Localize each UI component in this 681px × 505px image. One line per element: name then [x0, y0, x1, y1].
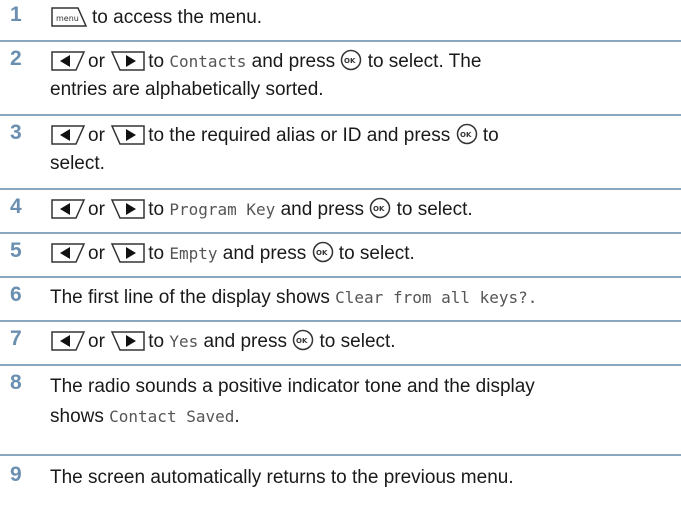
left-key-icon	[50, 242, 86, 264]
step-text: menu to access the menu.	[50, 4, 681, 32]
step-text: The radio sounds a positive indicator to…	[50, 376, 535, 427]
step-number: 1	[10, 3, 22, 26]
svg-text:OK: OK	[344, 57, 356, 65]
step-text: The first line of the display shows Clea…	[50, 287, 538, 308]
ok-button-icon: OK	[292, 329, 314, 351]
left-key-icon	[50, 50, 86, 72]
ok-button-icon: OK	[340, 49, 362, 71]
ok-button-icon: OK	[312, 241, 334, 263]
step-number: 2	[10, 47, 22, 70]
left-key-icon	[50, 198, 86, 220]
step-text: The screen automatically returns to the …	[50, 467, 514, 488]
step-number: 9	[10, 463, 22, 486]
svg-text:OK: OK	[460, 131, 472, 139]
svg-text:menu: menu	[56, 14, 79, 23]
step-8: 8 The radio sounds a positive indicator …	[0, 368, 681, 456]
step-text: or to the required alias or ID and press…	[50, 123, 499, 174]
right-key-icon	[110, 50, 146, 72]
step-number: 7	[10, 327, 22, 350]
right-key-icon	[110, 242, 146, 264]
left-key-icon	[50, 124, 86, 146]
ok-button-icon: OK	[369, 197, 391, 219]
step-number: 6	[10, 283, 22, 306]
step-7: 7 or to Yes and press OK to select.	[0, 324, 681, 366]
svg-text:OK: OK	[373, 205, 385, 213]
step-number: 4	[10, 195, 22, 218]
ok-button-icon: OK	[456, 123, 478, 145]
step-9: 9 The screen automatically returns to th…	[0, 460, 681, 504]
step-5: 5 or to Empty and press OK to select.	[0, 236, 681, 278]
step-number: 3	[10, 121, 22, 144]
right-key-icon	[110, 124, 146, 146]
step-4: 4 or to Program Key and press OK to sele…	[0, 192, 681, 234]
left-key-icon	[50, 330, 86, 352]
svg-text:OK: OK	[296, 337, 308, 345]
step-1: 1 menu to access the menu.	[0, 0, 681, 42]
step-number: 5	[10, 239, 22, 262]
step-6: 6 The first line of the display shows Cl…	[0, 280, 681, 322]
step-text: or to Contacts and press OK to select. T…	[50, 49, 482, 100]
menu-key-icon: menu	[50, 6, 88, 28]
right-key-icon	[110, 198, 146, 220]
step-2: 2 or to Contacts and press OK to select.…	[0, 44, 681, 116]
svg-text:OK: OK	[316, 249, 328, 257]
step-text: or to Empty and press OK to select.	[50, 240, 681, 268]
step-text: or to Program Key and press OK to select…	[50, 196, 681, 224]
right-key-icon	[110, 330, 146, 352]
step-number: 8	[10, 371, 22, 394]
step-text: or to Yes and press OK to select.	[50, 328, 681, 356]
instruction-steps: 1 menu to access the menu. 2 or to Conta…	[0, 0, 681, 505]
step-3: 3 or to the required alias or ID and pre…	[0, 118, 681, 190]
